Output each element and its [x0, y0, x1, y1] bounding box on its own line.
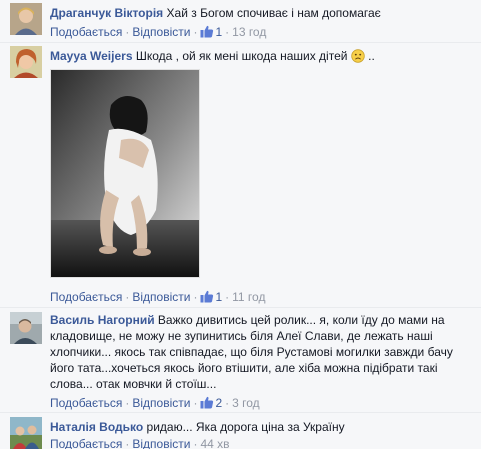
separator: ·: [193, 290, 198, 304]
comment-text: ридаю... Яка дорога ціна за Україну: [146, 420, 345, 434]
reply-link[interactable]: Відповісти: [132, 290, 190, 304]
comment-author[interactable]: Василь Нагорний: [50, 313, 155, 327]
comment-actions: Подобається · Відповісти · 2 · 3 год: [50, 396, 260, 410]
separator: ·: [125, 25, 130, 39]
comment-text-suffix: ..: [368, 49, 375, 63]
divider: [0, 42, 481, 43]
like-count-value: 1: [215, 25, 223, 39]
comment-text: Хай з Богом спочиває і нам допомагає: [166, 6, 381, 20]
comment-author[interactable]: Драганчук Вікторія: [50, 6, 163, 20]
like-count[interactable]: 1: [200, 25, 222, 39]
divider: [0, 412, 481, 413]
comment-author[interactable]: Наталія Водько: [50, 420, 143, 434]
thumbs-up-icon: [200, 396, 214, 409]
comment-actions: Подобається · Відповісти · 1 · 11 год: [50, 290, 265, 304]
avatar[interactable]: [10, 417, 42, 449]
separator: ·: [225, 396, 230, 410]
reply-link[interactable]: Відповісти: [132, 25, 190, 39]
comment-actions: Подобається · Відповісти · 1 · 13 год: [50, 25, 266, 39]
separator: ·: [193, 437, 198, 449]
like-count-value: 1: [215, 290, 223, 304]
comment-actions: Подобається · Відповісти · 44 хв: [50, 437, 230, 449]
like-count[interactable]: 2: [200, 396, 222, 410]
like-count[interactable]: 1: [200, 290, 222, 304]
separator: ·: [193, 396, 198, 410]
like-link[interactable]: Подобається: [50, 396, 122, 410]
thumbs-up-icon: [200, 290, 214, 303]
comment-body: Василь Нагорний Важко дивитись цей ролик…: [50, 312, 475, 392]
separator: ·: [225, 290, 230, 304]
avatar[interactable]: [10, 312, 42, 344]
photo-image: [51, 70, 199, 277]
separator: ·: [125, 290, 130, 304]
attached-photo[interactable]: [50, 69, 200, 278]
reply-link[interactable]: Відповісти: [132, 437, 190, 449]
comment-time[interactable]: 13 год: [232, 25, 266, 39]
comment-1: Драганчук Вікторія Хай з Богом спочиває …: [0, 0, 481, 44]
like-link[interactable]: Подобається: [50, 290, 122, 304]
comment-time[interactable]: 11 год: [232, 290, 265, 304]
separator: ·: [225, 25, 230, 39]
avatar[interactable]: [10, 46, 42, 78]
comment-text: Шкода , ой як мені шкода наших дітей: [135, 49, 348, 63]
separator: ·: [125, 396, 130, 410]
separator: ·: [125, 437, 130, 449]
separator: ·: [193, 25, 198, 39]
comment-4: Наталія Водько ридаю... Яка дорога ціна …: [0, 414, 481, 449]
comment-3: Василь Нагорний Важко дивитись цей ролик…: [0, 309, 481, 410]
avatar[interactable]: [10, 3, 42, 35]
divider: [0, 307, 481, 308]
comment-body: Драганчук Вікторія Хай з Богом спочиває …: [50, 5, 475, 21]
like-link[interactable]: Подобається: [50, 25, 122, 39]
comment-body: Наталія Водько ридаю... Яка дорога ціна …: [50, 419, 475, 435]
reply-link[interactable]: Відповісти: [132, 396, 190, 410]
comment-time[interactable]: 3 год: [232, 396, 260, 410]
comment-time[interactable]: 44 хв: [200, 437, 229, 449]
like-link[interactable]: Подобається: [50, 437, 122, 449]
like-count-value: 2: [215, 396, 223, 410]
thumbs-up-icon: [200, 25, 214, 38]
sad-face-icon: [351, 49, 365, 63]
comment-author[interactable]: Mayya Weijers: [50, 49, 133, 63]
comment-body: Mayya Weijers Шкода , ой як мені шкода н…: [50, 48, 475, 64]
